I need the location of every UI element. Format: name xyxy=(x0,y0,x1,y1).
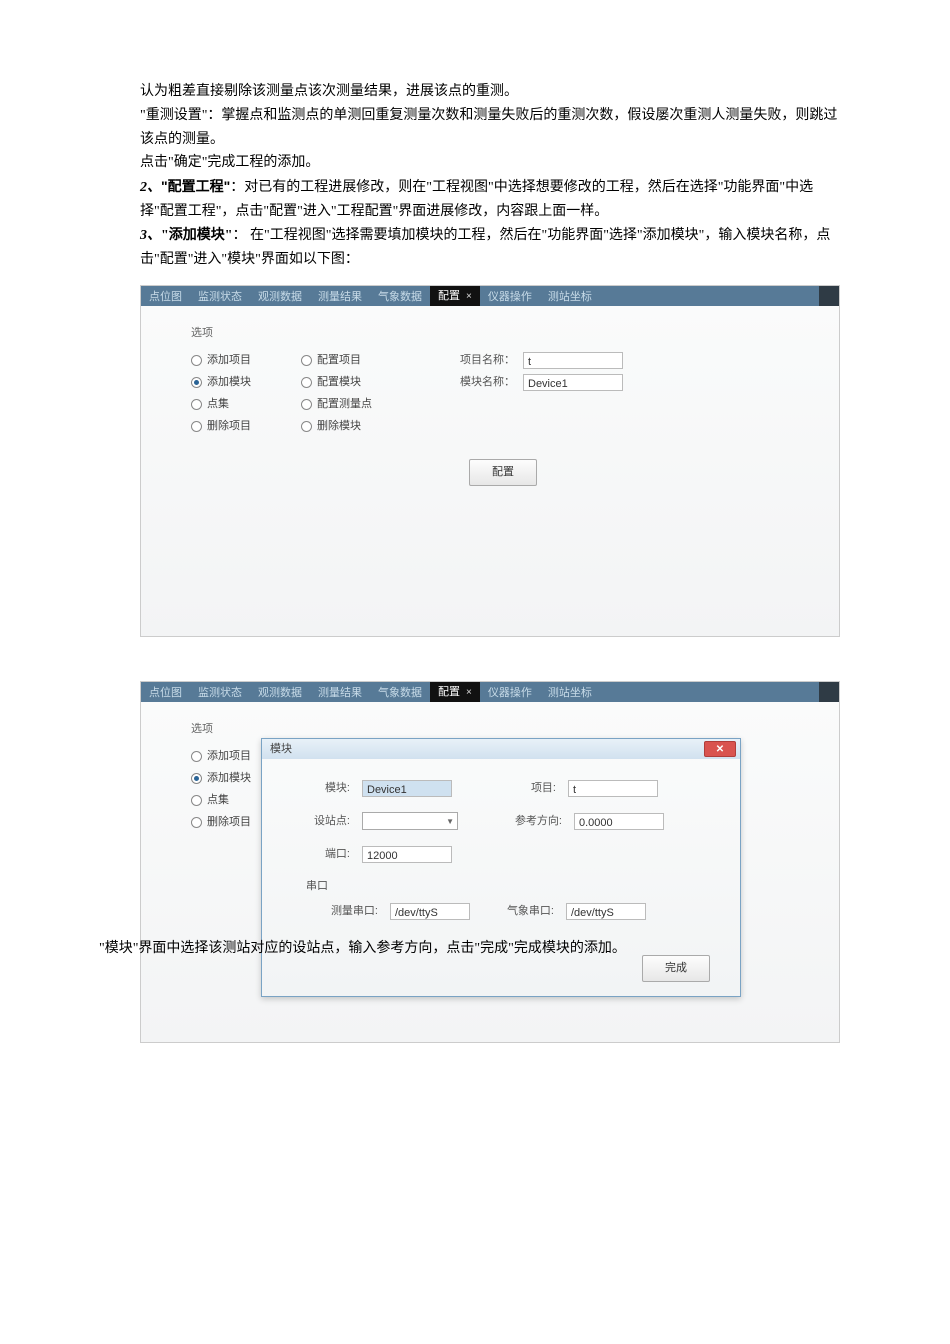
radio-label: 添加项目 xyxy=(207,747,251,766)
radio[interactable] xyxy=(301,399,312,410)
item-body: ：对已有的工程进展修改，则在"工程视图"中选择想要修改的工程，然后在选择"功能界… xyxy=(140,180,813,219)
radio-label: 配置模块 xyxy=(317,373,361,392)
serial-section-title: 串口 xyxy=(306,877,720,896)
radio[interactable] xyxy=(191,795,202,806)
tab-bar: 点位图 监测状态 观测数据 测量结果 气象数据 配置 × 仪器操作 测站坐标 xyxy=(141,286,839,306)
modal-close-button[interactable]: ✕ xyxy=(704,741,736,757)
radio[interactable] xyxy=(301,355,312,366)
radio-checked[interactable] xyxy=(191,377,202,388)
tab[interactable]: 点位图 xyxy=(141,286,190,306)
field-label: 设站点: xyxy=(302,812,350,831)
group-title: 选项 xyxy=(191,720,815,739)
module-name-input[interactable]: Device1 xyxy=(523,374,623,391)
station-select[interactable]: ▼ xyxy=(362,812,458,830)
field-label: 项目: xyxy=(500,779,556,798)
radio-label: 添加模块 xyxy=(207,769,251,788)
tab[interactable]: 监测状态 xyxy=(190,682,250,702)
tab-label: 配置 xyxy=(438,287,460,306)
tab-active[interactable]: 配置 × xyxy=(430,286,480,306)
field-label: 模块名称： xyxy=(455,373,515,392)
radio[interactable] xyxy=(191,355,202,366)
paragraph: "重测设置"：掌握点和监测点的单测回重复测量次数和测量失败后的重测次数，假设屡次… xyxy=(140,104,840,152)
radio[interactable] xyxy=(301,421,312,432)
chevron-down-icon: ▼ xyxy=(446,815,454,829)
close-icon[interactable]: × xyxy=(466,288,472,305)
list-item-3: 3、"添加模块"： 在"工程视图"选择需要填加模块的工程，然后在"功能界面"选择… xyxy=(140,224,840,272)
screenshot-config-panel: 点位图 监测状态 观测数据 测量结果 气象数据 配置 × 仪器操作 测站坐标 选… xyxy=(140,285,840,637)
document-text: 认为粗差直接剔除该测量点该次测量结果，进展该点的重测。 "重测设置"：掌握点和监… xyxy=(140,80,840,271)
item-number: 2、 xyxy=(140,180,161,195)
radio[interactable] xyxy=(191,751,202,762)
tab[interactable]: 测量结果 xyxy=(310,682,370,702)
item-number: 3、 xyxy=(140,228,161,243)
item-title: "配置工程" xyxy=(161,178,230,194)
doc-overlay-text: "模块"界面中选择该测站对应的设站点，输入参考方向，点击"完成"完成模块的添加。 xyxy=(99,937,819,961)
tab[interactable]: 仪器操作 xyxy=(480,682,540,702)
modal-title-text: 模块 xyxy=(270,740,292,759)
radio[interactable] xyxy=(191,399,202,410)
screenshot-module-dialog: 点位图 监测状态 观测数据 测量结果 气象数据 配置 × 仪器操作 测站坐标 选… xyxy=(140,681,840,1043)
tab-active[interactable]: 配置 × xyxy=(430,682,480,702)
tab[interactable]: 点位图 xyxy=(141,682,190,702)
paragraph: 认为粗差直接剔除该测量点该次测量结果，进展该点的重测。 xyxy=(140,80,840,104)
module-input[interactable]: Device1 xyxy=(362,780,452,797)
project-name-input[interactable]: t xyxy=(523,352,623,369)
tab-label: 配置 xyxy=(438,683,460,702)
radio-label: 添加模块 xyxy=(207,373,251,392)
list-item-2: 2、"配置工程"：对已有的工程进展修改，则在"工程视图"中选择想要修改的工程，然… xyxy=(140,175,840,224)
tab[interactable]: 气象数据 xyxy=(370,682,430,702)
radio-label: 添加项目 xyxy=(207,351,251,370)
tab[interactable]: 测站坐标 xyxy=(540,286,600,306)
paragraph: 点击"确定"完成工程的添加。 xyxy=(140,151,840,175)
close-icon[interactable]: × xyxy=(466,684,472,701)
port-input[interactable]: 12000 xyxy=(362,846,452,863)
radio-label: 配置项目 xyxy=(317,351,361,370)
radio[interactable] xyxy=(191,817,202,828)
tab[interactable]: 测量结果 xyxy=(310,286,370,306)
field-label: 气象串口: xyxy=(494,902,554,921)
radio-label: 删除项目 xyxy=(207,813,251,832)
measure-serial-input[interactable]: /dev/ttyS xyxy=(390,903,470,920)
panel-body: 选项 添加项目 添加模块 点集 删除项目 配置项目 项目名称： t xyxy=(141,702,839,1042)
tab[interactable]: 气象数据 xyxy=(370,286,430,306)
ref-direction-input[interactable]: 0.0000 xyxy=(574,813,664,830)
radio-checked[interactable] xyxy=(191,773,202,784)
field-label: 模块: xyxy=(302,779,350,798)
radio-label: 删除项目 xyxy=(207,417,251,436)
item-body: ： 在"工程视图"选择需要填加模块的工程，然后在"功能界面"选择"添加模块"，输… xyxy=(140,228,830,267)
panel-body: 选项 添加项目 添加模块 点集 删除项目 配置项目 配置模块 配置测量点 删除模… xyxy=(141,306,839,636)
field-label: 端口: xyxy=(302,845,350,864)
window-control[interactable] xyxy=(819,682,839,702)
tab[interactable]: 观测数据 xyxy=(250,682,310,702)
field-label: 测量串口: xyxy=(322,902,378,921)
radio-label: 删除模块 xyxy=(317,417,361,436)
field-label: 项目名称： xyxy=(455,351,515,370)
tab[interactable]: 监测状态 xyxy=(190,286,250,306)
tab[interactable]: 测站坐标 xyxy=(540,682,600,702)
radio-label: 配置测量点 xyxy=(317,395,372,414)
config-button[interactable]: 配置 xyxy=(469,459,537,486)
modal-titlebar: 模块 ✕ xyxy=(262,739,740,759)
tab[interactable]: 仪器操作 xyxy=(480,286,540,306)
radio-label: 点集 xyxy=(207,791,229,810)
group-title: 选项 xyxy=(191,324,815,343)
item-title: "添加模块" xyxy=(161,228,233,243)
radio[interactable] xyxy=(191,421,202,432)
project-input[interactable]: t xyxy=(568,780,658,797)
radio-label: 点集 xyxy=(207,395,229,414)
tab[interactable]: 观测数据 xyxy=(250,286,310,306)
tab-bar: 点位图 监测状态 观测数据 测量结果 气象数据 配置 × 仪器操作 测站坐标 xyxy=(141,682,839,702)
field-label: 参考方向: xyxy=(506,812,562,831)
window-control[interactable] xyxy=(819,286,839,306)
meteo-serial-input[interactable]: /dev/ttyS xyxy=(566,903,646,920)
radio[interactable] xyxy=(301,377,312,388)
